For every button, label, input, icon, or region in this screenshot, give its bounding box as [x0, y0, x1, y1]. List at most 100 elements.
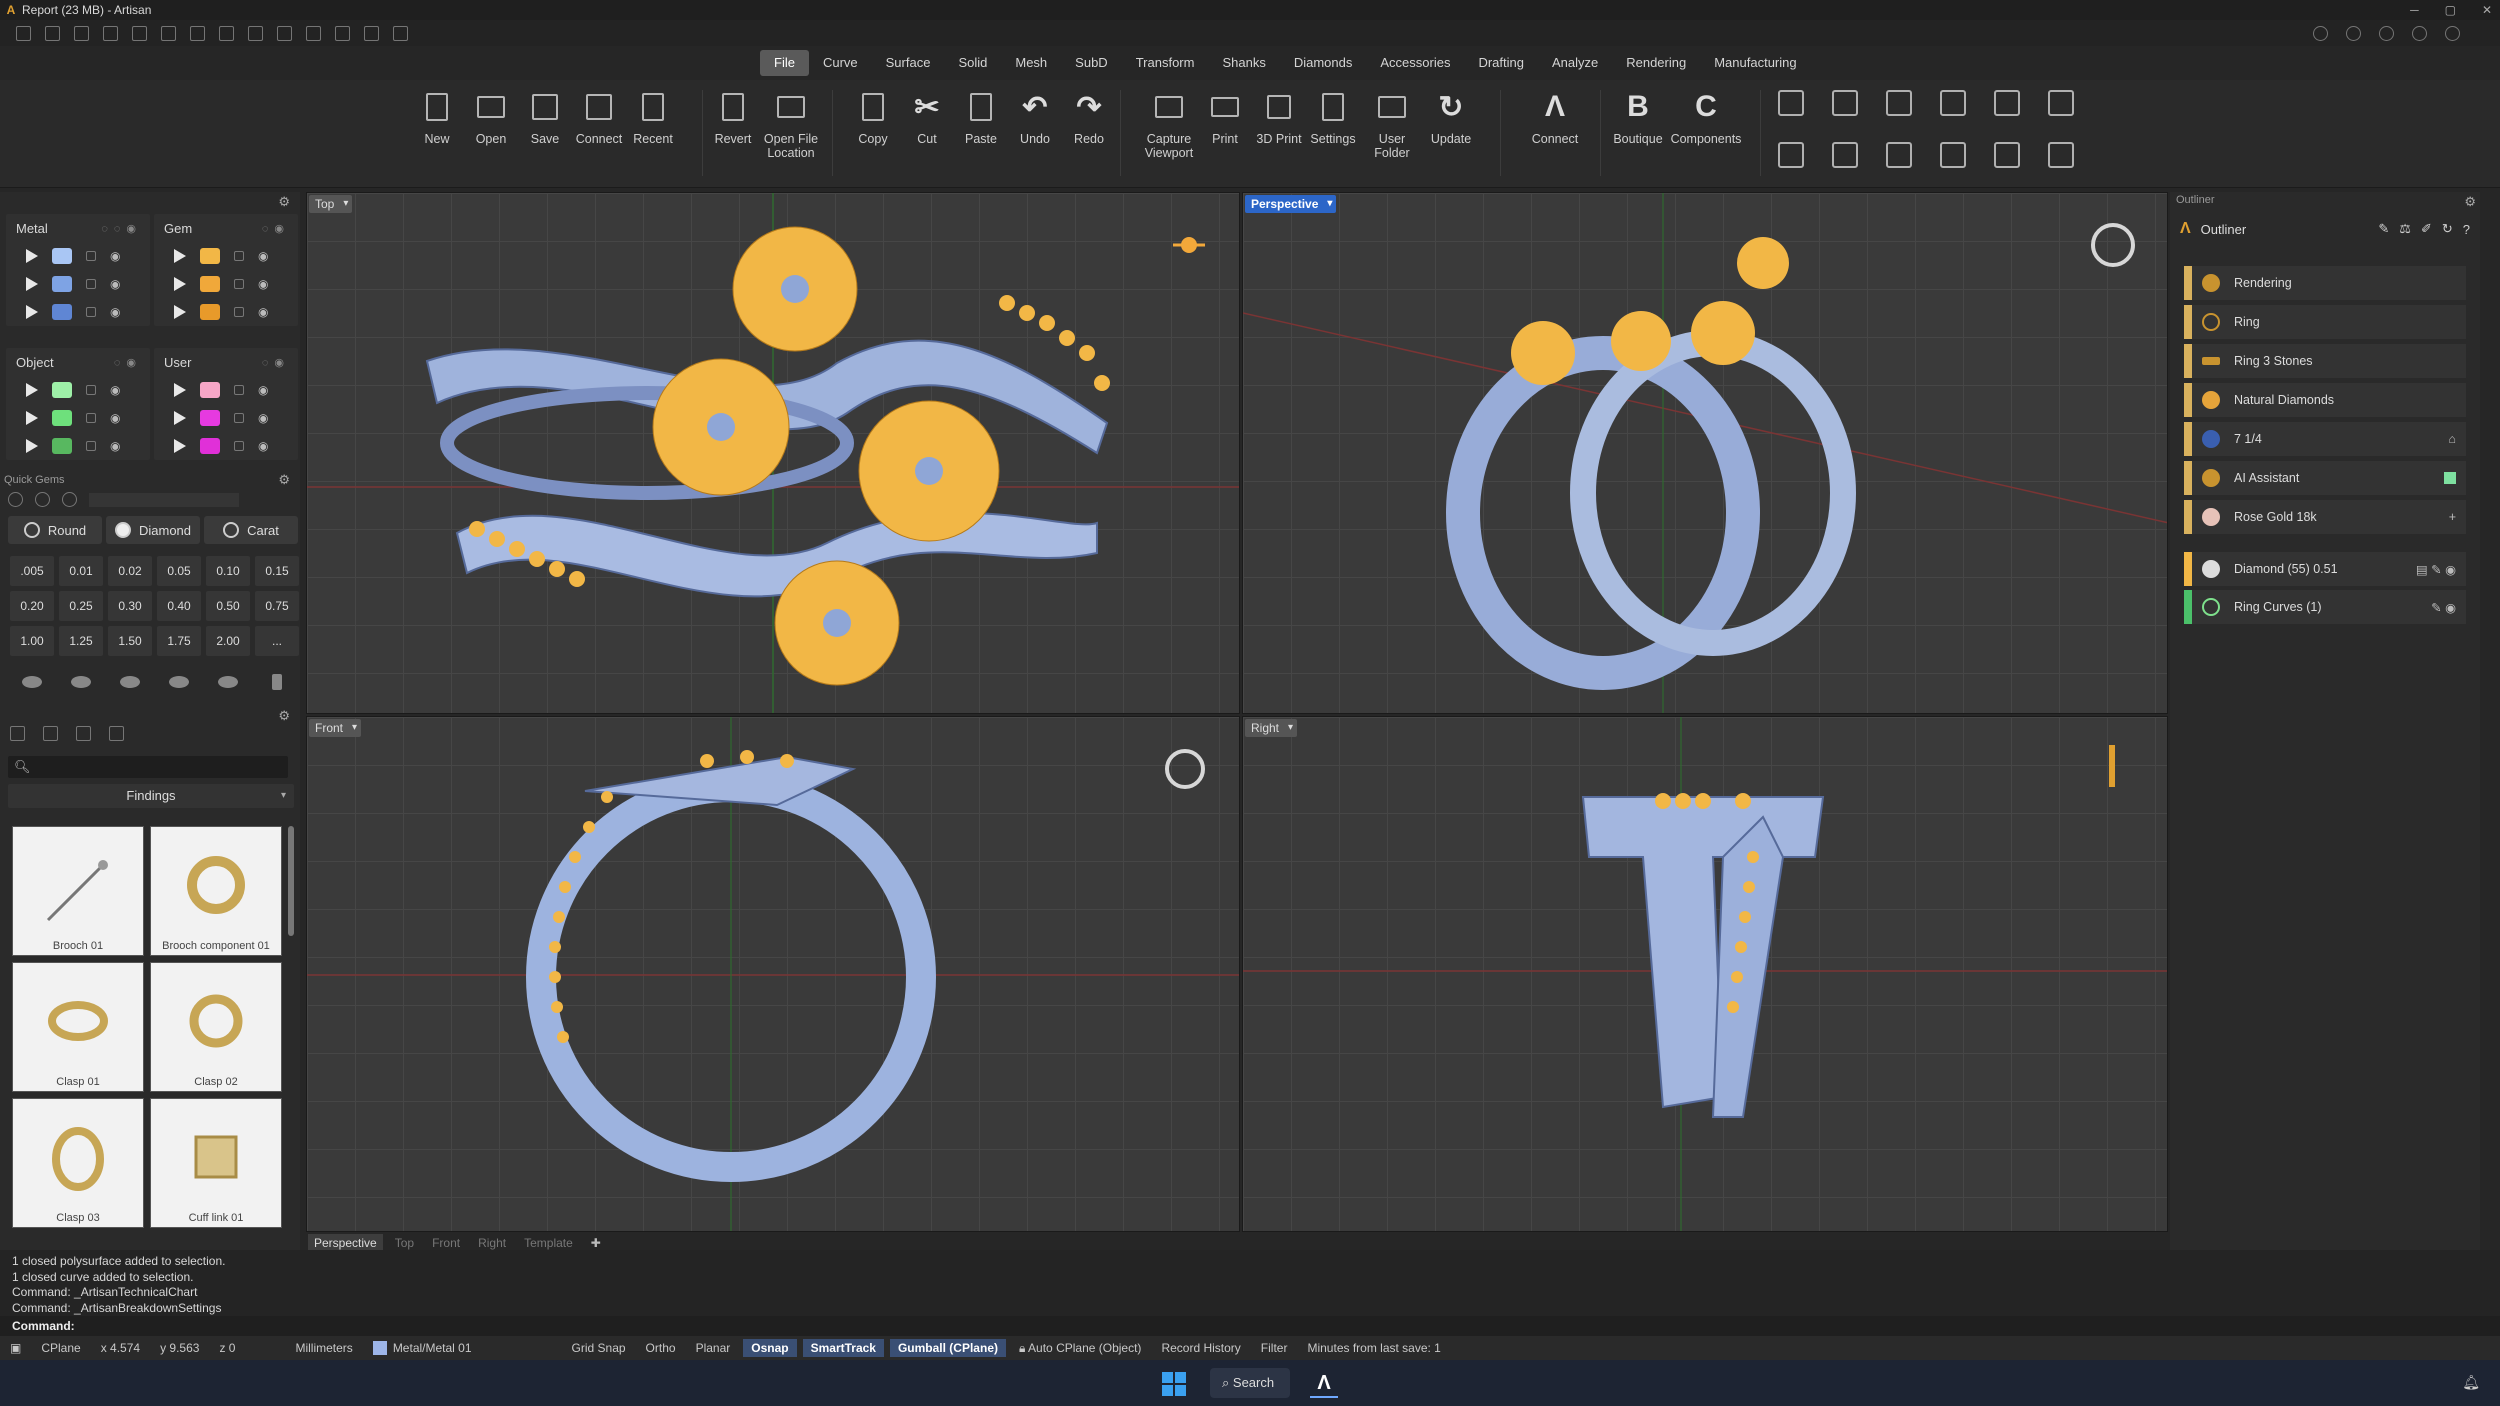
gem-settings-icon[interactable]: [62, 492, 77, 507]
color-swatch[interactable]: [52, 304, 72, 320]
capture-viewport-button[interactable]: Capture Viewport: [1140, 88, 1198, 160]
menu-surface[interactable]: Surface: [872, 50, 945, 76]
scale-icon[interactable]: ⚖: [2399, 221, 2411, 237]
eye-icon[interactable]: ◉: [110, 249, 120, 263]
transform-icon[interactable]: [335, 25, 350, 41]
minimize-button[interactable]: ─: [2410, 0, 2419, 20]
maximize-button[interactable]: ▢: [2445, 0, 2456, 20]
lock-icon[interactable]: [234, 279, 244, 289]
auto-cplane-toggle[interactable]: 🔒︎ Auto CPlane (Object): [1009, 1341, 1151, 1356]
menu-file[interactable]: File: [760, 50, 809, 76]
components-button[interactable]: C Components: [1666, 88, 1746, 146]
layer-row[interactable]: ◉: [154, 376, 298, 404]
status-square-icon[interactable]: ▣: [0, 1341, 31, 1355]
play-icon[interactable]: [26, 277, 38, 291]
viewport-perspective[interactable]: Perspective: [1242, 192, 2168, 714]
recent-button[interactable]: Recent: [626, 88, 680, 146]
gumball-toggle[interactable]: Gumball (CPlane): [889, 1339, 1006, 1357]
lock-icon[interactable]: [86, 385, 96, 395]
library-item[interactable]: Brooch 01: [12, 826, 144, 956]
group-controls-icon[interactable]: ◌◉: [262, 356, 290, 369]
cplane-label[interactable]: CPlane: [31, 1341, 90, 1355]
lock-icon[interactable]: [86, 251, 96, 261]
library-search-input[interactable]: 🔍︎: [8, 756, 288, 778]
record-history-toggle[interactable]: Record History: [1151, 1341, 1250, 1355]
menu-rendering[interactable]: Rendering: [1612, 50, 1700, 76]
lock-icon[interactable]: [234, 307, 244, 317]
lock-icon[interactable]: [234, 385, 244, 395]
info-icon[interactable]: [2346, 25, 2361, 41]
cut-shape-icon[interactable]: [157, 668, 201, 696]
open-button[interactable]: Open: [464, 88, 518, 146]
play-icon[interactable]: [26, 411, 38, 425]
viewport-right[interactable]: Right: [1242, 716, 2168, 1232]
tag-icon[interactable]: [1886, 142, 1912, 168]
gem-size-button[interactable]: 0.40: [157, 591, 201, 621]
close-button[interactable]: ✕: [2482, 0, 2492, 20]
layer-row[interactable]: ◉: [6, 270, 150, 298]
bold-report-icon[interactable]: [2048, 90, 2074, 116]
card-icon[interactable]: [1994, 142, 2020, 168]
color-swatch[interactable]: [52, 438, 72, 454]
redo-icon[interactable]: [161, 25, 176, 41]
chart-report-icon[interactable]: [1994, 90, 2020, 116]
menu-curve[interactable]: Curve: [809, 50, 872, 76]
play-icon[interactable]: [26, 439, 38, 453]
user-folder-button[interactable]: User Folder: [1360, 88, 1424, 160]
cut-shape-icon[interactable]: [10, 668, 54, 696]
gem-size-button[interactable]: .005: [10, 556, 54, 586]
eye-icon[interactable]: ◉: [110, 439, 120, 453]
taskbar-search[interactable]: ⌕ Search: [1210, 1368, 1290, 1398]
outliner-item-ai-assistant[interactable]: AI Assistant: [2184, 461, 2466, 495]
gem-size-button[interactable]: 0.50: [206, 591, 250, 621]
color-swatch[interactable]: [200, 276, 220, 292]
eye-icon[interactable]: ◉: [110, 383, 120, 397]
library-refresh-icon[interactable]: [76, 726, 91, 741]
color-swatch[interactable]: [52, 276, 72, 292]
edit-icon[interactable]: ✐: [2421, 221, 2432, 237]
eye-icon[interactable]: ◉: [258, 305, 268, 319]
template-icon[interactable]: [45, 25, 60, 41]
eye-icon[interactable]: ◉: [258, 277, 268, 291]
settings-button[interactable]: Settings: [1306, 88, 1360, 160]
group-controls-icon[interactable]: ◌◌◉: [101, 222, 142, 235]
gem-size-button[interactable]: 0.75: [255, 591, 299, 621]
3d-print-button[interactable]: 3D Print: [1252, 88, 1306, 160]
copy-button[interactable]: Copy: [846, 88, 900, 146]
viewport-label-top[interactable]: Top: [309, 195, 353, 213]
outliner-item-ring[interactable]: Ring: [2184, 305, 2466, 339]
viewport-top[interactable]: Top: [306, 192, 1240, 714]
eye-icon[interactable]: ◉: [110, 411, 120, 425]
open-file-location-button[interactable]: Open File Location: [760, 88, 822, 160]
refresh-icon[interactable]: ↻: [2442, 221, 2453, 237]
help-icon[interactable]: [2445, 25, 2460, 41]
menu-subd[interactable]: SubD: [1061, 50, 1122, 76]
library-gear-icon[interactable]: ⚙: [278, 708, 290, 724]
command-input[interactable]: Command:: [0, 1316, 2500, 1336]
library-item[interactable]: Clasp 01: [12, 962, 144, 1092]
library-item[interactable]: Clasp 02: [150, 962, 282, 1092]
lock-icon[interactable]: [86, 279, 96, 289]
menu-mesh[interactable]: Mesh: [1001, 50, 1061, 76]
gem-tool-icon[interactable]: [8, 492, 23, 507]
outliner-item-natural-diamonds[interactable]: Natural Diamonds: [2184, 383, 2466, 417]
menu-manufacturing[interactable]: Manufacturing: [1700, 50, 1810, 76]
price-icon[interactable]: [1940, 142, 1966, 168]
cut-shape-icon[interactable]: [108, 668, 152, 696]
color-swatch[interactable]: [52, 248, 72, 264]
outliner-item-rendering[interactable]: Rendering: [2184, 266, 2466, 300]
gallery-icon[interactable]: [2048, 142, 2074, 168]
gem-size-button[interactable]: 1.00: [10, 626, 54, 656]
outliner-item-ring-size[interactable]: 7 1/4 ⌂: [2184, 422, 2466, 456]
save-button[interactable]: Save: [518, 88, 572, 146]
export-icon[interactable]: [248, 25, 263, 41]
osnap-toggle[interactable]: Osnap: [743, 1339, 797, 1357]
gem-size-button[interactable]: 1.75: [157, 626, 201, 656]
play-icon[interactable]: [174, 305, 186, 319]
gem-size-button[interactable]: 0.25: [59, 591, 103, 621]
eye-icon[interactable]: ◉: [258, 411, 268, 425]
gem-report-icon[interactable]: [1886, 90, 1912, 116]
cut-button[interactable]: ✂ Cut: [900, 88, 954, 147]
gem-size-button[interactable]: 1.50: [108, 626, 152, 656]
library-grid-icon[interactable]: [109, 726, 124, 741]
